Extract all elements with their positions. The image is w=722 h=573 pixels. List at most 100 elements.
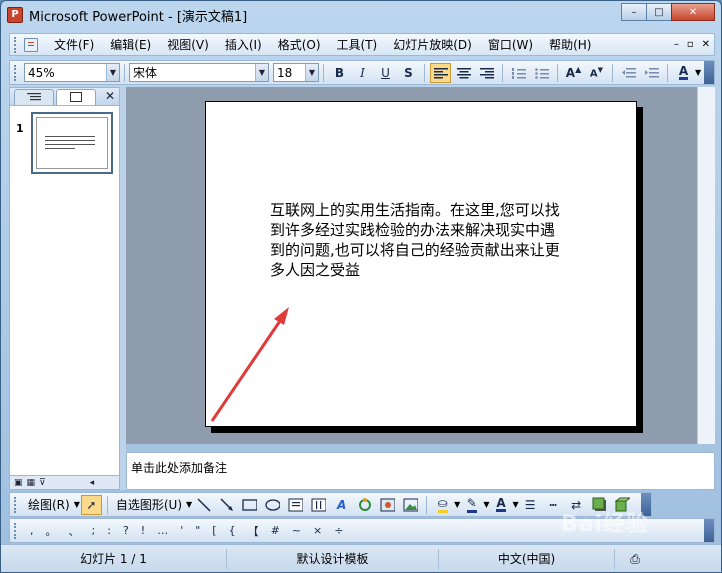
- menu-bar: 文件(F) 编辑(E) 视图(V) 插入(I) 格式(O) 工具(T) 幻灯片放…: [9, 33, 715, 56]
- symbol-button[interactable]: ,: [30, 524, 34, 537]
- symbol-button[interactable]: [: [212, 524, 216, 537]
- slide-sorter-icon[interactable]: ▦: [27, 478, 36, 488]
- chevron-down-icon[interactable]: ▼: [483, 500, 489, 509]
- increase-indent-button[interactable]: [641, 63, 662, 83]
- symbol-button[interactable]: ?: [123, 524, 129, 537]
- toolbar-grip[interactable]: [14, 522, 20, 539]
- design-template-status[interactable]: 默认设计模板: [227, 548, 439, 569]
- zoom-combo[interactable]: 45% ▼: [24, 63, 120, 82]
- menu-edit[interactable]: 编辑(E): [102, 35, 159, 55]
- title-bar[interactable]: P Microsoft PowerPoint - [演示文稿1] – □ ✕: [1, 1, 721, 29]
- select-objects-button[interactable]: ➚: [80, 494, 102, 515]
- font-name-combo[interactable]: 宋体 ▼: [129, 63, 269, 82]
- thumbnail-text-line: [45, 148, 75, 149]
- font-color-button[interactable]: A: [673, 63, 694, 83]
- chevron-down-icon[interactable]: ▼: [305, 64, 318, 81]
- line-tool[interactable]: [193, 495, 214, 515]
- minimize-button[interactable]: –: [621, 3, 647, 21]
- oval-tool[interactable]: [262, 495, 283, 515]
- maximize-button[interactable]: □: [646, 3, 672, 21]
- rectangle-tool[interactable]: [239, 495, 260, 515]
- doc-close-button[interactable]: ✕: [702, 39, 710, 50]
- close-icon[interactable]: ✕: [105, 89, 115, 103]
- diagram-tool[interactable]: [354, 495, 375, 515]
- outline-tab[interactable]: [14, 89, 54, 105]
- italic-button[interactable]: I: [352, 63, 373, 83]
- toolbar-options-button[interactable]: [704, 519, 714, 542]
- symbol-button[interactable]: 【: [248, 523, 259, 539]
- menu-slideshow[interactable]: 幻灯片放映(D): [385, 35, 480, 55]
- toolbar-grip[interactable]: [14, 64, 20, 81]
- chevron-down-icon[interactable]: ▼: [186, 500, 192, 509]
- underline-button[interactable]: U: [375, 63, 396, 83]
- close-button[interactable]: ✕: [671, 3, 715, 21]
- chevron-down-icon[interactable]: ▼: [106, 64, 119, 81]
- decrease-font-size-button[interactable]: A▼: [586, 63, 607, 83]
- symbol-button[interactable]: ×: [313, 524, 322, 537]
- notes-pane[interactable]: 单击此处添加备注: [126, 452, 715, 490]
- symbol-button[interactable]: 。: [46, 523, 57, 539]
- spellcheck-icon[interactable]: ⎙: [615, 549, 655, 569]
- font-name-value: 宋体: [133, 66, 158, 80]
- fill-color-button[interactable]: ⛀: [432, 495, 453, 515]
- menu-view[interactable]: 视图(V): [159, 35, 217, 55]
- symbol-button[interactable]: :: [107, 524, 111, 537]
- thumbnail-text-line: [45, 144, 95, 145]
- increase-font-size-button[interactable]: A▲: [563, 63, 584, 83]
- scroll-left-icon[interactable]: ◂: [90, 478, 95, 488]
- symbol-button[interactable]: #: [271, 524, 280, 537]
- menu-format[interactable]: 格式(O): [270, 35, 329, 55]
- chevron-down-icon[interactable]: ▼: [454, 500, 460, 509]
- toolbar-grip[interactable]: [14, 496, 20, 513]
- bold-button[interactable]: B: [329, 63, 350, 83]
- align-center-button[interactable]: [453, 63, 474, 83]
- slideshow-view-icon[interactable]: ⊽: [39, 478, 46, 488]
- menu-help[interactable]: 帮助(H): [541, 35, 599, 55]
- symbol-button[interactable]: ": [195, 524, 200, 537]
- document-icon[interactable]: [24, 37, 38, 52]
- symbol-button[interactable]: !: [141, 524, 145, 537]
- symbol-button[interactable]: ': [180, 524, 183, 537]
- line-color-button[interactable]: ✎: [461, 495, 482, 515]
- decrease-indent-button[interactable]: [618, 63, 639, 83]
- bullets-button[interactable]: [531, 63, 552, 83]
- chevron-down-icon[interactable]: ▼: [512, 500, 518, 509]
- doc-restore-button[interactable]: ▫: [687, 39, 694, 50]
- vertical-scrollbar[interactable]: [697, 87, 715, 444]
- symbol-button[interactable]: 、: [69, 523, 80, 539]
- symbol-button[interactable]: {: [229, 524, 236, 537]
- arrow-tool[interactable]: [216, 495, 237, 515]
- symbol-button[interactable]: …: [157, 524, 168, 537]
- numbering-button[interactable]: [508, 63, 529, 83]
- menu-window[interactable]: 窗口(W): [480, 35, 541, 55]
- shadow-button[interactable]: S: [398, 63, 419, 83]
- align-right-button[interactable]: [476, 63, 497, 83]
- picture-tool[interactable]: [400, 495, 421, 515]
- doc-minimize-button[interactable]: –: [674, 39, 679, 50]
- slides-tab[interactable]: [56, 89, 96, 105]
- font-size-combo[interactable]: 18 ▼: [273, 63, 319, 82]
- chevron-down-icon[interactable]: ▼: [74, 500, 80, 509]
- chevron-down-icon[interactable]: ▼: [695, 68, 701, 77]
- draw-menu[interactable]: 绘图(R): [24, 496, 74, 513]
- chevron-down-icon[interactable]: ▼: [255, 64, 268, 81]
- align-left-button[interactable]: [430, 62, 451, 83]
- wordart-tool[interactable]: A: [331, 495, 352, 515]
- line-style-button[interactable]: ☰: [520, 495, 541, 515]
- menu-insert[interactable]: 插入(I): [217, 35, 270, 55]
- textbox-tool[interactable]: [285, 495, 306, 515]
- powerpoint-app-icon[interactable]: P: [7, 7, 23, 23]
- menu-tools[interactable]: 工具(T): [329, 35, 386, 55]
- menu-file[interactable]: 文件(F): [46, 35, 102, 55]
- toolbar-grip[interactable]: [14, 36, 20, 53]
- slide-thumbnail[interactable]: [31, 112, 113, 174]
- symbol-button[interactable]: ~: [292, 524, 301, 537]
- symbol-button[interactable]: ;: [92, 524, 96, 537]
- autoshapes-menu[interactable]: 自选图形(U): [112, 496, 186, 513]
- normal-view-icon[interactable]: ▣: [14, 478, 23, 488]
- vertical-textbox-tool[interactable]: [308, 495, 329, 515]
- clipart-tool[interactable]: [377, 495, 398, 515]
- draw-font-color-button[interactable]: A: [490, 495, 511, 515]
- symbol-button[interactable]: ÷: [334, 524, 343, 537]
- toolbar-options-button[interactable]: [704, 61, 714, 84]
